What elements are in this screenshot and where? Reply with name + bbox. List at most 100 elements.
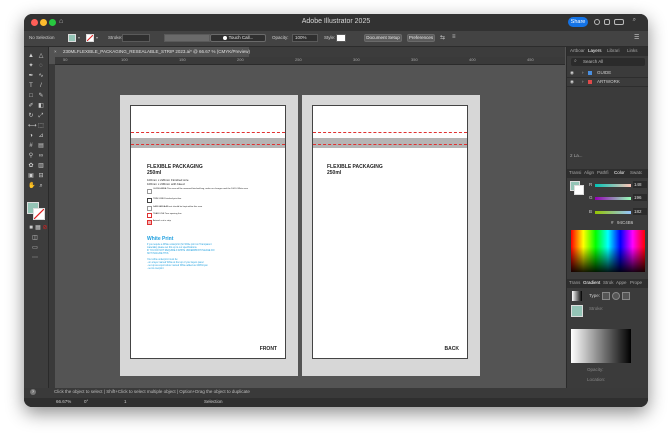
tab-transparency[interactable]: Transi (569, 170, 581, 175)
layer-row[interactable]: ◉ › ARTWORK (567, 78, 648, 87)
gradient-mode-icon[interactable]: ▦ (35, 225, 41, 231)
tab-swatches[interactable]: Swatc (630, 170, 642, 175)
tab-properties[interactable]: Prope (630, 280, 642, 285)
arrange-documents-icon[interactable]: ⇆ (440, 34, 445, 41)
scale-tool-icon[interactable]: ⤢ (38, 113, 44, 119)
fill-swatch[interactable] (68, 34, 76, 42)
none-mode-icon[interactable]: ⊘ (42, 225, 48, 231)
tab-layers[interactable]: Layers (588, 48, 602, 53)
zoom-tool-icon[interactable]: ⌕ (38, 183, 44, 189)
horizontal-ruler[interactable]: 50 100 150 200 250 300 350 400 450 (55, 57, 565, 65)
close-tab-icon[interactable]: × (54, 47, 57, 57)
tab-appearance[interactable]: Appe (616, 280, 627, 285)
layer-name[interactable]: ARTWORK (597, 79, 620, 84)
gear-icon[interactable] (604, 19, 610, 25)
preferences-button[interactable]: Preferences (407, 34, 435, 42)
artboard-front-bleed[interactable]: FLEXIBLE PACKAGING 250ml 100mm x 220mm F… (120, 95, 298, 376)
color-spectrum[interactable] (571, 230, 645, 272)
graph-tool-icon[interactable]: ▥ (38, 163, 44, 169)
pencil-tool-icon[interactable]: ✐ (28, 103, 34, 109)
linear-gradient-button[interactable] (602, 292, 610, 300)
chevron-down-icon[interactable]: ▾ (78, 35, 80, 40)
artboard-back-bleed[interactable]: FLEXIBLE PACKAGING 250ml BACK (302, 95, 480, 376)
graphic-style-swatch[interactable] (336, 34, 346, 42)
curvature-tool-icon[interactable]: ∿ (38, 73, 44, 79)
pen-tool-icon[interactable]: ✒ (28, 73, 34, 79)
artboard-number[interactable]: 1 (124, 399, 127, 404)
selection-tool-icon[interactable]: ▲ (28, 53, 34, 59)
document-setup-button[interactable]: Document Setup (364, 34, 402, 42)
slice-tool-icon[interactable]: ⊟ (38, 173, 44, 179)
lightbulb-icon[interactable] (594, 19, 600, 25)
layer-name[interactable]: GUIDE (597, 70, 611, 75)
paintbrush-tool-icon[interactable]: ✎ (38, 93, 44, 99)
artboard-tool-icon[interactable]: ▣ (28, 173, 34, 179)
variable-width-profile[interactable] (164, 34, 210, 42)
radial-gradient-button[interactable] (612, 292, 620, 300)
rectangle-tool-icon[interactable]: □ (28, 93, 34, 99)
free-transform-tool-icon[interactable]: ⬚ (38, 123, 44, 129)
zoom-level[interactable]: 66.67% (56, 399, 71, 404)
eraser-tool-icon[interactable]: ◧ (38, 103, 44, 109)
green-value[interactable]: 196 (633, 194, 647, 201)
tab-gradient[interactable]: Gradient (583, 280, 600, 285)
blend-tool-icon[interactable]: ∞ (38, 153, 44, 159)
mesh-tool-icon[interactable]: # (28, 143, 34, 149)
tab-stroke[interactable]: Strok (603, 280, 614, 285)
tab-links[interactable]: Links (627, 48, 638, 53)
search-icon[interactable]: ⌕ (633, 17, 636, 24)
line-tool-icon[interactable]: / (38, 83, 44, 89)
tab-pathfinder[interactable]: Pathfi (597, 170, 609, 175)
share-button[interactable]: Share (568, 17, 588, 27)
eyedropper-tool-icon[interactable]: ⚲ (28, 153, 34, 159)
stroke-swatch[interactable] (86, 34, 94, 42)
green-slider[interactable] (595, 197, 631, 200)
type-tool-icon[interactable]: T (28, 83, 34, 89)
color-stroke-swatch[interactable] (574, 185, 584, 195)
chevron-down-icon[interactable]: ▾ (96, 35, 98, 40)
rotation-value[interactable]: 0° (84, 399, 88, 404)
control-bar-menu-icon[interactable]: ☰ (634, 34, 639, 41)
blue-slider[interactable] (595, 211, 631, 214)
shape-builder-tool-icon[interactable]: ◑ (28, 133, 34, 139)
layer-row[interactable]: ◉ › GUIDE (567, 69, 648, 78)
freeform-gradient-button[interactable] (622, 292, 630, 300)
more-tools-icon[interactable]: ⋯ (32, 255, 38, 261)
width-tool-icon[interactable]: ⟷ (28, 123, 37, 129)
symbol-tool-icon[interactable]: ✿ (28, 163, 34, 169)
opacity-field[interactable]: 100% (292, 34, 318, 42)
align-icon[interactable]: ≡ (452, 34, 456, 40)
eye-icon[interactable]: ◉ (570, 79, 574, 85)
gradient-slider[interactable] (571, 329, 631, 363)
screen-mode-icon[interactable]: ▭ (32, 245, 38, 251)
lasso-tool-icon[interactable]: ◌ (38, 63, 44, 69)
direct-selection-tool-icon[interactable]: △ (38, 53, 44, 59)
artboard-back[interactable]: FLEXIBLE PACKAGING 250ml BACK (312, 105, 468, 359)
magic-wand-tool-icon[interactable]: ✦ (28, 63, 34, 69)
layers-search[interactable]: ⌕ Search All (571, 58, 645, 66)
artboard-front[interactable]: FLEXIBLE PACKAGING 250ml 100mm x 220mm F… (130, 105, 286, 359)
rotate-tool-icon[interactable]: ↻ (28, 113, 34, 119)
red-slider[interactable] (595, 184, 631, 187)
gradient-fill-swatch[interactable] (571, 305, 583, 317)
red-value[interactable]: 148 (633, 181, 647, 188)
eye-icon[interactable]: ◉ (570, 70, 574, 76)
tab-transform[interactable]: Trans (569, 280, 580, 285)
chevron-right-icon[interactable]: › (582, 70, 584, 75)
stroke-color-swatch[interactable] (33, 208, 45, 220)
gradient-preview[interactable] (572, 291, 582, 301)
tab-artboards[interactable]: Artboar (570, 48, 585, 53)
drawing-mode-icon[interactable]: ◫ (32, 235, 38, 241)
stroke-weight-field[interactable] (122, 34, 150, 42)
workspace-switcher-icon[interactable] (614, 19, 624, 25)
hex-value[interactable]: 94C4B6 (617, 220, 633, 225)
chevron-right-icon[interactable]: › (582, 79, 584, 84)
tab-align[interactable]: Align (584, 170, 594, 175)
tab-color[interactable]: Color (614, 170, 625, 175)
perspective-tool-icon[interactable]: ⊿ (38, 133, 44, 139)
gradient-tool-icon[interactable]: ▤ (38, 143, 44, 149)
help-icon[interactable]: ? (30, 389, 36, 395)
color-mode-icon[interactable]: ■ (28, 225, 34, 231)
tab-libraries[interactable]: Librari (607, 48, 620, 53)
brush-definition-select[interactable]: Touch Call... (210, 34, 266, 42)
